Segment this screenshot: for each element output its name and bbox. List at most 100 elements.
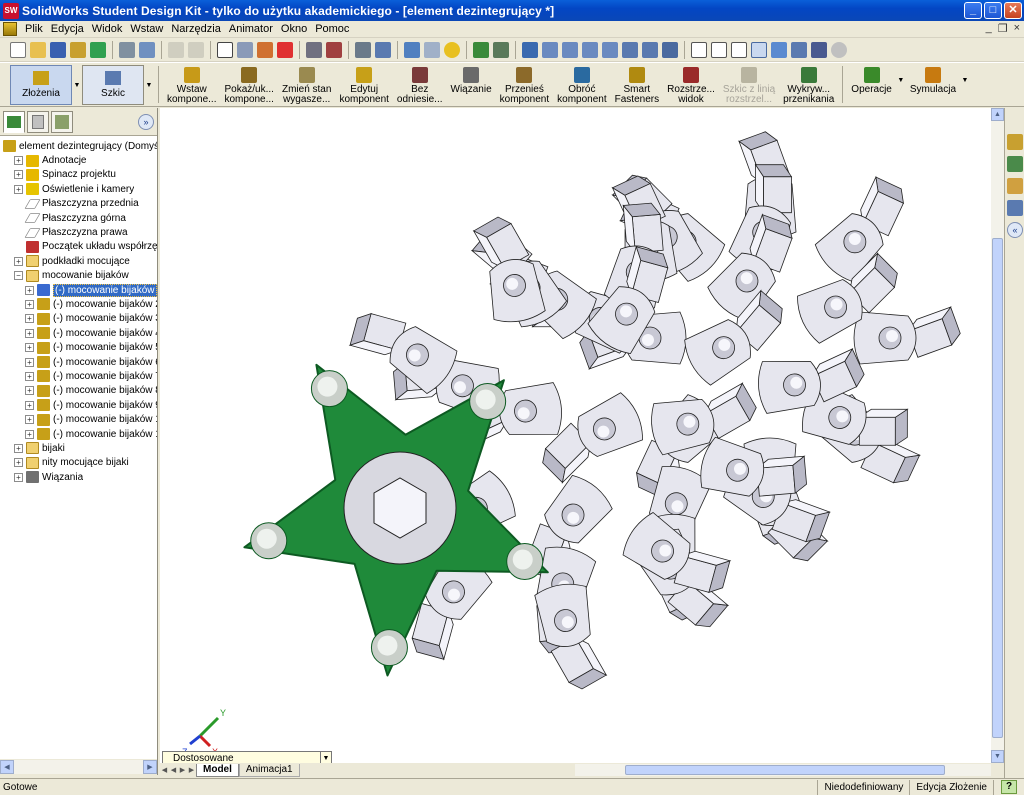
sketch-dropdown-arrow[interactable]: ▼ [144, 65, 154, 105]
graphics-viewport[interactable]: Y X Z [160, 108, 991, 763]
expand-toggle-icon[interactable]: + [25, 371, 34, 381]
grid-icon[interactable] [306, 41, 322, 58]
sketch-group-button[interactable]: Szkic [82, 65, 144, 105]
tree-item[interactable]: + Adnotacje [0, 153, 157, 167]
help-icon[interactable]: ? [1001, 780, 1017, 794]
shadows-icon[interactable] [791, 41, 807, 58]
tree-item[interactable]: + (-) mocowanie bijaków 3<1 [0, 312, 157, 326]
rotate-icon[interactable] [493, 41, 509, 58]
scroll-left-icon[interactable]: ◀ [0, 760, 14, 774]
rotate-view-icon[interactable] [622, 41, 638, 58]
simulation-button[interactable]: Symulacja [906, 63, 960, 106]
features-button[interactable]: Operacje [847, 63, 896, 106]
tree-item[interactable]: + (-) mocowanie bijaków 1<1 [0, 283, 157, 297]
no-external-references-button[interactable]: Bez odniesie... [393, 63, 447, 106]
expand-toggle-icon[interactable]: + [14, 156, 23, 166]
shaded-with-edges-icon[interactable] [751, 41, 767, 58]
change-suppression-button[interactable]: Zmień stan wygasze... [278, 63, 335, 106]
last-tab-icon[interactable]: ▶ [187, 766, 196, 774]
view-orientation-icon[interactable] [522, 41, 538, 58]
tree-item[interactable]: + (-) mocowanie bijaków 2<1 [0, 297, 157, 311]
assembly-model[interactable] [160, 108, 991, 763]
new-icon[interactable] [10, 41, 26, 58]
expand-toggle-icon[interactable]: + [25, 299, 34, 309]
menu-narzedzia[interactable]: Narzędzia [167, 23, 225, 35]
expand-toggle-icon[interactable]: + [14, 256, 23, 266]
tab-feature-tree[interactable] [3, 110, 25, 133]
expand-toggle-icon[interactable]: + [14, 458, 23, 468]
menu-pomoc[interactable]: Pomoc [311, 23, 353, 35]
hammer-link[interactable] [648, 394, 718, 456]
hidden-lines-removed-icon[interactable] [731, 41, 747, 58]
hammer-block[interactable] [858, 408, 909, 447]
undo-icon[interactable] [168, 41, 184, 58]
expand-toggle-icon[interactable]: + [25, 357, 34, 367]
tree-item[interactable]: + Oświetlenie i kamery [0, 182, 157, 196]
search-icon[interactable] [1007, 200, 1023, 216]
tree-item[interactable]: + (-) mocowanie bijaków 11< [0, 427, 157, 441]
chevron-down-icon[interactable]: ▼ [896, 65, 906, 95]
document-minimize-button[interactable]: _ [986, 22, 992, 35]
hammer-block[interactable] [622, 202, 664, 254]
insert-component-button[interactable]: Wstaw kompone... [163, 63, 220, 106]
smart-fasteners-button[interactable]: Smart Fasteners [611, 63, 663, 106]
explode-line-sketch-button[interactable]: Szkic z linią rozstrzel... [719, 63, 779, 106]
realview-icon[interactable] [831, 41, 847, 58]
hidden-lines-visible-icon[interactable] [711, 41, 727, 58]
expand-toggle-icon[interactable]: + [14, 443, 23, 453]
tree-item[interactable]: Początek układu współrzędnych [0, 240, 157, 254]
save-icon[interactable] [50, 41, 66, 58]
tree-item[interactable]: + podkładki mocujące [0, 254, 157, 268]
shaded-icon[interactable] [771, 41, 787, 58]
tree-item[interactable]: + Spinacz projektu [0, 168, 157, 182]
redo-icon[interactable] [188, 41, 204, 58]
tree-item[interactable]: + (-) mocowanie bijaków 6<1 [0, 355, 157, 369]
zoom-selection-icon[interactable] [602, 41, 618, 58]
hammer-block[interactable] [754, 163, 793, 214]
horizontal-scroll-thumb[interactable] [625, 765, 945, 775]
tree-item[interactable]: + (-) mocowanie bijaków 5<1 [0, 340, 157, 354]
section-view-icon[interactable] [811, 41, 827, 58]
toolbox-icon[interactable] [375, 41, 391, 58]
properties-icon[interactable] [424, 41, 440, 58]
next-tab-icon[interactable]: ▶ [178, 766, 187, 774]
tree-item[interactable]: + (-) mocowanie bijaków 9<1 [0, 398, 157, 412]
window-icon[interactable] [404, 41, 420, 58]
expand-toggle-icon[interactable]: + [25, 415, 34, 425]
rotate-component-button[interactable]: Obróć komponent [553, 63, 610, 106]
tree-item[interactable]: + Wiązania [0, 470, 157, 484]
expand-toggle-icon[interactable]: + [25, 285, 34, 295]
interference-detection-button[interactable]: Wykryw... przenikania [779, 63, 838, 106]
tree-item[interactable]: Płaszczyzna przednia [0, 197, 157, 211]
hammer-link[interactable] [853, 311, 917, 365]
select-other-icon[interactable] [237, 41, 253, 58]
document-restore-button[interactable]: ❐ [998, 22, 1008, 35]
menu-okno[interactable]: Okno [277, 23, 311, 35]
collapse-panel-icon[interactable]: » [138, 113, 154, 130]
expand-toggle-icon[interactable]: + [25, 386, 34, 396]
layer-icon[interactable] [355, 41, 371, 58]
make-drawing-icon[interactable] [90, 41, 106, 58]
print-preview-icon[interactable] [139, 41, 155, 58]
first-tab-icon[interactable]: ◀ [160, 766, 169, 774]
viewport-vertical-scrollbar[interactable]: ▲ ▼ [991, 108, 1004, 763]
zoom-area-icon[interactable] [562, 41, 578, 58]
print-icon[interactable] [119, 41, 135, 58]
assembly-group-button[interactable]: Złożenia [10, 65, 72, 105]
hammer-block[interactable] [755, 455, 807, 497]
menu-wstaw[interactable]: Wstaw [126, 23, 167, 35]
tree-item[interactable]: + bijaki [0, 441, 157, 455]
expand-toggle-icon[interactable]: + [25, 400, 34, 410]
tab-model[interactable]: Model [196, 763, 239, 777]
zoom-in-out-icon[interactable] [582, 41, 598, 58]
home-icon[interactable] [1007, 134, 1023, 150]
document-icon[interactable] [3, 22, 17, 36]
minimize-button[interactable]: _ [964, 2, 982, 19]
hammer-link[interactable] [497, 382, 563, 439]
expand-toggle-icon[interactable]: − [14, 271, 23, 281]
expand-pane-icon[interactable]: « [1007, 222, 1023, 238]
prev-tab-icon[interactable]: ◀ [169, 766, 178, 774]
expand-toggle-icon[interactable]: + [25, 328, 34, 338]
file-explorer-icon[interactable] [1007, 178, 1023, 194]
close-button[interactable]: ✕ [1004, 2, 1022, 19]
